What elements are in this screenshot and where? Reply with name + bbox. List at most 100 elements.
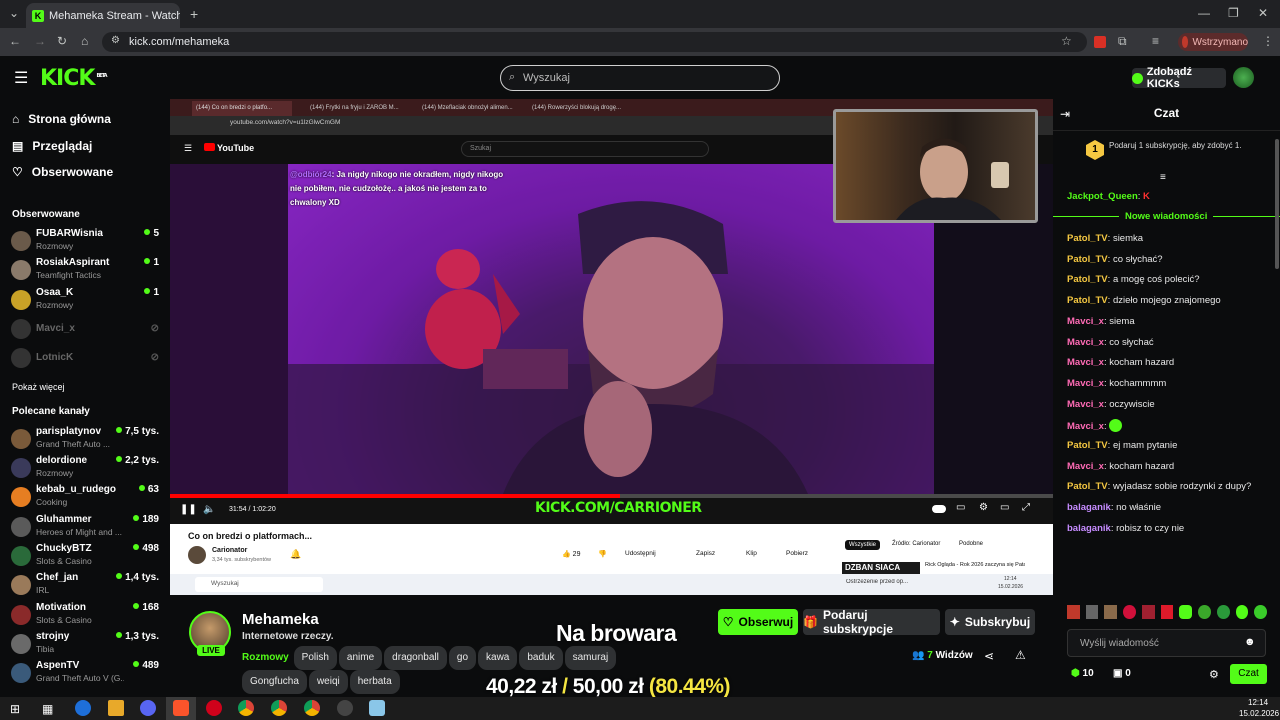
- subscribe-button[interactable]: ✦ Subskrybuj: [945, 609, 1035, 635]
- chat-input[interactable]: Wyślij wiadomość: [1067, 629, 1266, 657]
- gift-subs-button[interactable]: 🎁 Podaruj subskrypcje: [803, 608, 940, 636]
- follow-button[interactable]: ♡ Obserwuj: [718, 609, 798, 635]
- chat-username[interactable]: Patol_TV: [1067, 481, 1108, 492]
- chat-username[interactable]: Mavci_x: [1067, 316, 1104, 327]
- chat-username[interactable]: Mavci_x: [1067, 378, 1104, 389]
- maximize-icon[interactable]: ❐: [1228, 6, 1239, 20]
- subtitles-icon[interactable]: ▭: [956, 502, 965, 513]
- share-icon[interactable]: ⋖: [984, 649, 994, 663]
- followed-channel-offline[interactable]: LotnicK ⊘: [11, 345, 161, 371]
- recommended-channel[interactable]: ChuckyBTZ Slots & Casino 498: [11, 543, 161, 569]
- followed-channel[interactable]: RosiakAspirant Teamfight Tactics 1: [11, 257, 161, 283]
- followed-channel-offline[interactable]: Mavci_x ⊘: [11, 316, 161, 342]
- recommended-channel[interactable]: Motivation Slots & Casino 168: [11, 602, 161, 628]
- app-icon[interactable]: [369, 700, 385, 716]
- task-view-icon[interactable]: ▦: [42, 702, 53, 716]
- close-window-icon[interactable]: ✕: [1258, 6, 1268, 20]
- chat-username[interactable]: Mavci_x: [1067, 399, 1104, 410]
- chrome-icon[interactable]: [238, 700, 254, 716]
- windows-start-icon[interactable]: ⊞: [10, 702, 20, 716]
- chat-username[interactable]: Mavci_x: [1067, 461, 1104, 472]
- send-chat-button[interactable]: Czat: [1230, 664, 1267, 684]
- chrome-icon[interactable]: [271, 700, 287, 716]
- new-tab-icon[interactable]: +: [190, 6, 198, 22]
- reading-list-icon[interactable]: ≡: [1152, 34, 1159, 48]
- search-input[interactable]: ⌕ Wyszukaj: [500, 65, 780, 91]
- discord-icon[interactable]: [140, 700, 156, 716]
- category-link[interactable]: Rozmowy: [242, 652, 289, 663]
- tab-search-icon[interactable]: ⌄: [9, 6, 19, 20]
- chat-username[interactable]: balaganik: [1067, 502, 1111, 513]
- video-player[interactable]: (144) Co on bredzi o platfo... (144) Fry…: [170, 99, 1053, 595]
- chest-balance[interactable]: ▣ 0: [1113, 668, 1131, 679]
- brave-icon[interactable]: [173, 700, 189, 716]
- autoplay-toggle[interactable]: [932, 505, 946, 513]
- recommended-channel[interactable]: kebab_u_rudego Cooking 63: [11, 484, 161, 510]
- chrome-icon[interactable]: [304, 700, 320, 716]
- browser-tab[interactable]: K Mehameka Stream - Watch 🔊 ✕: [26, 3, 180, 28]
- chat-settings-icon[interactable]: ⚙: [1209, 668, 1219, 681]
- chat-username[interactable]: Mavci_x: [1067, 421, 1104, 432]
- hamburger-menu-icon[interactable]: ☰: [14, 68, 28, 88]
- settings-icon[interactable]: ⚙: [979, 502, 988, 513]
- recommended-channel[interactable]: Chef_jan IRL 1,4 tys.: [11, 572, 161, 598]
- tag[interactable]: Gongfucha: [242, 670, 307, 694]
- tag[interactable]: weiqi: [308, 670, 348, 694]
- followed-channel[interactable]: FUBARWisnia Rozmowy 5: [11, 228, 161, 254]
- recommended-channel[interactable]: AspenTV Grand Theft Auto V (G... 489: [11, 660, 161, 686]
- file-explorer-icon[interactable]: [108, 700, 124, 716]
- chat-username[interactable]: Patol_TV: [1067, 254, 1108, 265]
- emoji-icon[interactable]: ☻: [1244, 636, 1256, 648]
- opera-icon[interactable]: [206, 700, 222, 716]
- extension-icon[interactable]: [1094, 36, 1106, 48]
- streamer-name[interactable]: Mehameka: [242, 611, 319, 628]
- chat-username[interactable]: Patol_TV: [1067, 233, 1108, 244]
- tag[interactable]: kawa: [478, 646, 518, 670]
- tag[interactable]: Polish: [293, 646, 337, 670]
- minimize-icon[interactable]: —: [1198, 6, 1210, 20]
- tag[interactable]: herbata: [349, 670, 400, 694]
- tag[interactable]: go: [448, 646, 477, 670]
- chat-username[interactable]: Patol_TV: [1067, 440, 1108, 451]
- user-avatar[interactable]: [1233, 67, 1254, 88]
- kicks-balance[interactable]: ⬢ 10: [1071, 668, 1094, 679]
- theater-icon[interactable]: ▭: [1000, 502, 1009, 513]
- url-field[interactable]: ⚙ kick.com/mehameka: [102, 32, 1087, 52]
- chat-scrollbar[interactable]: [1275, 139, 1279, 269]
- tag[interactable]: samuraj: [564, 646, 617, 670]
- home-browser-icon[interactable]: ⌂: [81, 34, 88, 48]
- tag[interactable]: baduk: [519, 646, 563, 670]
- chat-username[interactable]: Patol_TV: [1067, 274, 1108, 285]
- extensions-puzzle-icon[interactable]: ⧉: [1118, 34, 1127, 49]
- site-info-icon[interactable]: ⚙: [111, 35, 120, 46]
- forward-icon[interactable]: →: [34, 34, 46, 48]
- reload-icon[interactable]: ↻: [57, 34, 67, 48]
- show-more-link[interactable]: Pokaż więcej: [12, 382, 65, 392]
- recommended-channel[interactable]: delordione Rozmowy 2,2 tys.: [11, 455, 161, 481]
- chat-username[interactable]: Mavci_x: [1067, 337, 1104, 348]
- browser-menu-icon[interactable]: ⋮: [1262, 34, 1274, 48]
- chat-username[interactable]: balaganik: [1067, 523, 1111, 534]
- nav-browse[interactable]: ▤ Przeglądaj: [12, 139, 92, 153]
- edge-icon[interactable]: [75, 700, 91, 716]
- recommended-channel[interactable]: Gluhammer Heroes of Might and ... 189: [11, 514, 161, 540]
- tag[interactable]: dragonball: [384, 646, 447, 670]
- chat-username[interactable]: Patol_TV: [1067, 295, 1108, 306]
- volume-icon[interactable]: 🔈: [203, 504, 215, 515]
- profile-paused-button[interactable]: Wstrzymano: [1178, 33, 1248, 51]
- nav-following[interactable]: ♡ Obserwowane: [12, 165, 113, 179]
- nav-home[interactable]: ⌂ Strona główna: [12, 112, 111, 126]
- chat-username[interactable]: Mavci_x: [1067, 357, 1104, 368]
- pause-icon[interactable]: ❚❚: [180, 504, 197, 515]
- followed-channel[interactable]: Osaa_K Rozmowy 1: [11, 287, 161, 313]
- bookmark-star-icon[interactable]: ☆: [1061, 34, 1072, 48]
- tag[interactable]: anime: [338, 646, 383, 670]
- fullscreen-icon[interactable]: ⤢: [1022, 502, 1030, 513]
- obs-icon[interactable]: [337, 700, 353, 716]
- get-kicks-button[interactable]: Zdobądź KICKs: [1132, 66, 1226, 90]
- kick-logo[interactable]: KICK BETA: [40, 66, 108, 91]
- back-icon[interactable]: ←: [9, 34, 21, 48]
- report-icon[interactable]: ⚠: [1015, 648, 1026, 662]
- recommended-channel[interactable]: parisplatynov Grand Theft Auto ... 7,5 tys…: [11, 426, 161, 452]
- recommended-channel[interactable]: strojny Tibia 1,3 tys.: [11, 631, 161, 657]
